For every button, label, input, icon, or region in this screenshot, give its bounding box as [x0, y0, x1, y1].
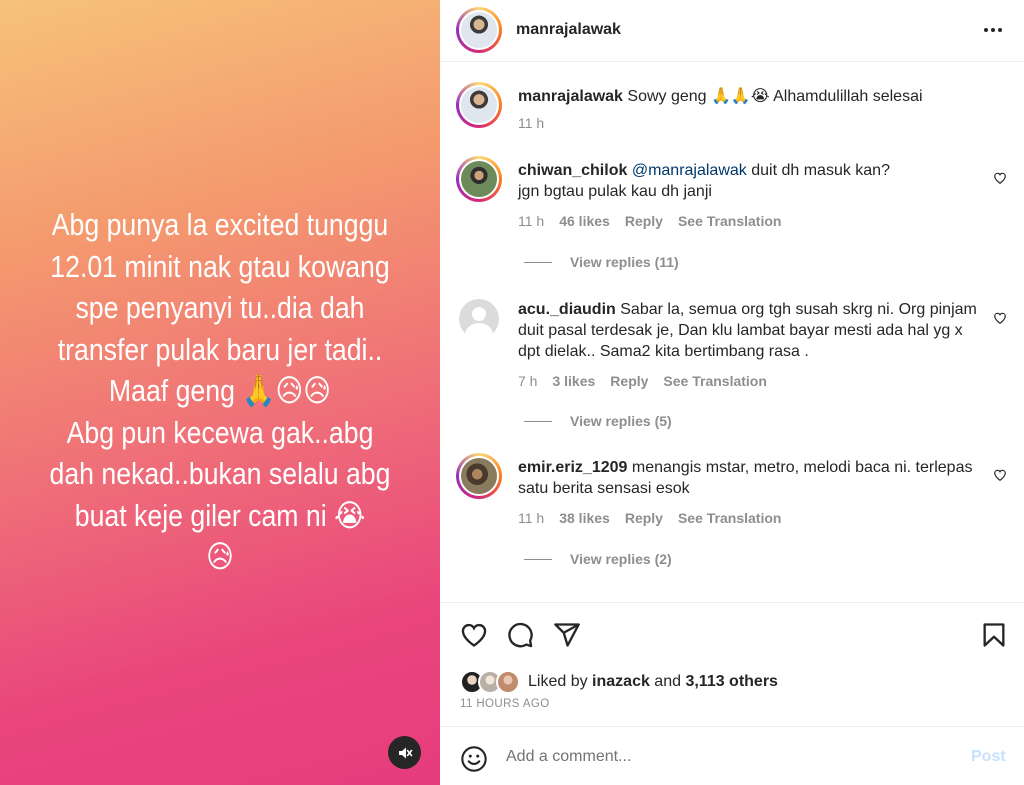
caption-username[interactable]: manrajalawak — [518, 88, 623, 105]
avatar[interactable] — [456, 156, 502, 202]
see-translation-button[interactable]: See Translation — [678, 213, 781, 229]
view-replies-button[interactable]: View replies (5) — [524, 413, 672, 429]
like-heart-icon[interactable] — [460, 621, 488, 649]
reply-button[interactable]: Reply — [625, 510, 663, 526]
post-header: manrajalawak — [440, 0, 1024, 62]
caption-time[interactable]: 11 h — [518, 115, 544, 131]
caption-text: manrajalawak Sowy geng 🙏🙏😭 Alhamdulillah… — [518, 86, 988, 107]
comment-meta: 11 h 46 likes Reply See Translation — [518, 213, 781, 229]
comment-time[interactable]: 11 h — [518, 213, 544, 229]
save-bookmark-icon[interactable] — [980, 621, 1008, 649]
mention-link[interactable]: @manrajalawak — [632, 162, 747, 179]
liker-avatars[interactable] — [460, 670, 522, 694]
view-replies-button[interactable]: View replies (2) — [524, 551, 672, 567]
post-actions: Liked by inazack and 3,113 others 11 HOU… — [440, 602, 1024, 726]
speaker-muted-icon — [398, 747, 412, 758]
like-comment-heart-icon[interactable] — [993, 171, 1007, 185]
view-replies-label: View replies (5) — [570, 413, 672, 429]
post-button[interactable]: Post — [971, 748, 1006, 766]
post-sidebar: manrajalawak manrajalawak Sowy geng 🙏🙏😭 … — [440, 0, 1024, 785]
view-replies-label: View replies (11) — [570, 254, 679, 270]
header-username[interactable]: manrajalawak — [516, 21, 621, 39]
comments-list: manrajalawak Sowy geng 🙏🙏😭 Alhamdulillah… — [440, 62, 1024, 602]
comment-meta: 11 h 38 likes Reply See Translation — [518, 510, 781, 526]
more-options-icon[interactable] — [978, 20, 1008, 40]
comment-likes[interactable]: 46 likes — [559, 213, 610, 229]
comment-text: chiwan_chilok @manrajalawak duit dh masu… — [518, 160, 988, 202]
comment-username[interactable]: emir.eriz_1209 — [518, 459, 627, 476]
comment-text: acu._diaudin Sabar la, semua org tgh sus… — [518, 299, 988, 362]
reply-button[interactable]: Reply — [610, 373, 648, 389]
comment-username[interactable]: chiwan_chilok — [518, 162, 627, 179]
comment-likes[interactable]: 3 likes — [552, 373, 595, 389]
comment-input[interactable] — [506, 743, 946, 771]
comment-time[interactable]: 11 h — [518, 510, 544, 526]
reply-button[interactable]: Reply — [625, 213, 663, 229]
mute-button[interactable] — [388, 736, 421, 769]
caption-body: Sowy geng 🙏🙏😭 Alhamdulillah selesai — [622, 88, 923, 105]
comment-meta: 7 h 3 likes Reply See Translation — [518, 373, 767, 389]
like-comment-heart-icon[interactable] — [993, 311, 1007, 325]
liked-by: Liked by inazack and 3,113 others — [460, 670, 778, 694]
see-translation-button[interactable]: See Translation — [678, 510, 781, 526]
avatar[interactable] — [456, 82, 502, 128]
avatar[interactable] — [456, 7, 502, 53]
share-send-icon[interactable] — [553, 621, 581, 649]
avatar — [496, 670, 520, 694]
see-translation-button[interactable]: See Translation — [663, 373, 766, 389]
liked-by-prefix: Liked by — [528, 673, 593, 690]
comment-text: emir.eriz_1209 menangis mstar, metro, me… — [518, 457, 988, 499]
comment-time[interactable]: 7 h — [518, 373, 537, 389]
comment-likes[interactable]: 38 likes — [559, 510, 610, 526]
like-comment-heart-icon[interactable] — [993, 468, 1007, 482]
view-replies-label: View replies (2) — [570, 551, 672, 567]
add-comment-bar: Post — [440, 726, 1024, 785]
comment-bubble-icon[interactable] — [506, 621, 534, 649]
liked-by-middle: and — [649, 673, 686, 690]
comment-username[interactable]: acu._diaudin — [518, 301, 616, 318]
comment-body: jgn bgtau pulak kau dh janji — [518, 183, 712, 200]
story-text: Abg punya la excited tunggu 12.01 minit … — [49, 207, 391, 574]
comment-body: duit dh masuk kan? — [746, 162, 890, 179]
liked-by-user[interactable]: inazack — [592, 673, 650, 691]
avatar[interactable] — [459, 299, 499, 339]
posted-time[interactable]: 11 HOURS AGO — [460, 698, 550, 710]
post-media[interactable]: Abg punya la excited tunggu 12.01 minit … — [0, 0, 440, 785]
emoji-smiley-icon[interactable] — [460, 745, 488, 773]
liked-by-others[interactable]: 3,113 others — [685, 673, 778, 691]
caption-meta: 11 h — [518, 115, 544, 131]
view-replies-button[interactable]: View replies (11) — [524, 254, 679, 270]
avatar[interactable] — [456, 453, 502, 499]
